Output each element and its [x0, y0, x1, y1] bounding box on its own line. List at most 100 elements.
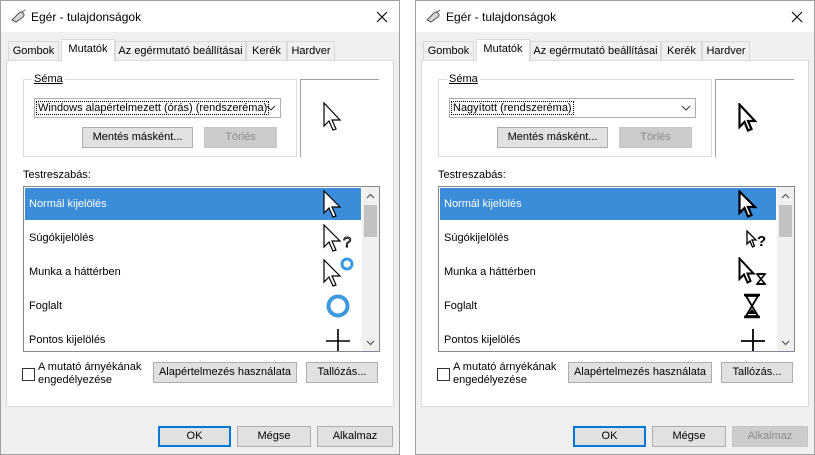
- list-item-label: Munka a háttérben: [29, 266, 121, 278]
- pointers-panel: Séma Windows alapértelmezett (órás) (ren…: [6, 60, 394, 407]
- list-scrollbar[interactable]: [362, 187, 379, 351]
- save-as-button[interactable]: Mentés másként...: [82, 127, 193, 148]
- tab-pointers[interactable]: Mutatók: [476, 39, 530, 62]
- scroll-up-arrow[interactable]: [777, 187, 794, 204]
- title-bar[interactable]: Egér - tulajdonságok: [416, 1, 814, 32]
- scroll-thumb[interactable]: [364, 205, 377, 237]
- scroll-down-arrow[interactable]: [362, 334, 379, 351]
- cursor-list[interactable]: Normál kijelölés Súgókijelölés ? Munka a…: [438, 186, 795, 352]
- tab-wheel[interactable]: Kerék: [661, 41, 702, 61]
- tab-buttons[interactable]: Gombok: [8, 41, 59, 61]
- tab-buttons[interactable]: Gombok: [423, 41, 474, 61]
- shadow-checkbox-label: A mutató árnyékának engedélyezése: [453, 361, 557, 386]
- mouse-properties-dialog: Egér - tulajdonságok Gombok Mutatók Az e…: [415, 0, 815, 455]
- use-default-button[interactable]: Alapértelmezés használata: [568, 362, 712, 383]
- scroll-up-arrow[interactable]: [362, 187, 379, 204]
- chevron-up-icon: [366, 193, 375, 198]
- help-cursor-icon: ?: [323, 224, 352, 252]
- shadow-checkbox-label: A mutató árnyékának engedélyezése: [38, 361, 142, 386]
- tab-pointers[interactable]: Mutatók: [61, 39, 115, 62]
- crosshair-icon: [326, 329, 350, 351]
- list-item[interactable]: Foglalt: [440, 290, 776, 322]
- window-title: Egér - tulajdonságok: [446, 10, 557, 24]
- mouse-app-icon: [426, 9, 441, 23]
- list-item[interactable]: Munka a háttérben: [440, 256, 776, 288]
- tab-hardware[interactable]: Hardver: [287, 41, 335, 61]
- list-item[interactable]: Munka a háttérben: [25, 256, 361, 288]
- list-item[interactable]: Normál kijelölés: [440, 188, 776, 220]
- ok-button[interactable]: OK: [573, 426, 646, 447]
- arrow-cursor-icon: [323, 190, 342, 218]
- customize-label: Testreszabás:: [438, 169, 506, 181]
- delete-button[interactable]: Törlés: [619, 127, 692, 148]
- close-icon: [791, 11, 803, 22]
- tab-wheel[interactable]: Kerék: [246, 41, 287, 61]
- close-button[interactable]: [780, 1, 814, 32]
- cursor-preview: [300, 79, 379, 157]
- list-item-label: Súgókijelölés: [444, 232, 509, 244]
- shadow-checkbox[interactable]: [22, 368, 35, 381]
- tab-hardware[interactable]: Hardver: [702, 41, 750, 61]
- list-item[interactable]: Pontos kijelölés: [440, 324, 776, 351]
- svg-text:?: ?: [757, 233, 766, 250]
- scroll-down-arrow[interactable]: [777, 334, 794, 351]
- window-title: Egér - tulajdonságok: [31, 10, 142, 24]
- list-item-label: Normál kijelölés: [444, 198, 522, 210]
- close-icon: [376, 11, 388, 22]
- delete-button[interactable]: Törlés: [204, 127, 277, 148]
- chevron-down-icon: [366, 340, 375, 345]
- cursor-preview: [715, 79, 794, 157]
- scheme-groupbox: Séma Windows alapértelmezett (órás) (ren…: [23, 73, 297, 157]
- use-default-button[interactable]: Alapértelmezés használata: [153, 362, 297, 383]
- pointers-panel: Séma Nagyított (rendszeréma) Mentés másk…: [421, 60, 809, 407]
- svg-text:?: ?: [343, 234, 351, 251]
- scheme-dropdown-value: Windows alapértelmezett (órás) (rendszer…: [35, 101, 270, 115]
- scroll-thumb[interactable]: [779, 205, 792, 237]
- arrow-cursor-icon: [738, 190, 758, 218]
- list-item[interactable]: Normál kijelölés: [25, 188, 361, 220]
- ok-button[interactable]: OK: [158, 426, 231, 447]
- cancel-button[interactable]: Mégse: [237, 426, 311, 447]
- scheme-group-label: Séma: [447, 73, 480, 85]
- busy-ring-icon: [326, 294, 350, 318]
- chevron-up-icon: [781, 193, 790, 198]
- working-cursor-icon: [323, 257, 354, 287]
- cursor-list[interactable]: Normál kijelölés Súgókijelölés ? Munka a…: [23, 186, 380, 352]
- list-item[interactable]: Súgókijelölés ?: [440, 222, 776, 254]
- list-item-label: Normál kijelölés: [29, 198, 107, 210]
- scheme-groupbox: Séma Nagyított (rendszeréma) Mentés másk…: [438, 73, 712, 157]
- scheme-dropdown-value: Nagyított (rendszeréma): [451, 101, 574, 115]
- close-button[interactable]: [365, 1, 399, 32]
- scheme-group-label: Séma: [32, 73, 65, 85]
- title-bar[interactable]: Egér - tulajdonságok: [1, 1, 399, 32]
- list-item-label: Súgókijelölés: [29, 232, 94, 244]
- list-item-label: Foglalt: [29, 300, 63, 312]
- browse-button[interactable]: Tallózás...: [721, 362, 793, 383]
- working-hourglass-cursor-icon: [738, 257, 767, 285]
- tab-pointer-options[interactable]: Az egérmutató beállításai: [530, 41, 661, 61]
- chevron-down-icon: [781, 340, 790, 345]
- list-item-label: Foglalt: [444, 300, 478, 312]
- mouse-app-icon: [11, 9, 26, 23]
- list-item[interactable]: Súgókijelölés ?: [25, 222, 361, 254]
- scheme-dropdown[interactable]: Windows alapértelmezett (órás) (rendszer…: [34, 98, 281, 118]
- list-item[interactable]: Pontos kijelölés: [25, 324, 361, 351]
- arrow-cursor-icon: [738, 103, 758, 132]
- scheme-dropdown[interactable]: Nagyított (rendszeréma): [449, 98, 696, 118]
- list-scrollbar[interactable]: [777, 187, 794, 351]
- shadow-checkbox[interactable]: [437, 368, 450, 381]
- chevron-down-icon: [681, 105, 691, 111]
- browse-button[interactable]: Tallózás...: [306, 362, 378, 383]
- apply-button[interactable]: Alkalmaz: [317, 426, 393, 447]
- arrow-cursor-icon: [323, 102, 342, 131]
- tab-strip: Gombok Mutatók Az egérmutató beállításai…: [421, 39, 811, 62]
- tab-pointer-options[interactable]: Az egérmutató beállításai: [115, 41, 246, 61]
- help-cursor-icon: ?: [746, 230, 766, 250]
- tab-strip: Gombok Mutatók Az egérmutató beállításai…: [6, 39, 396, 62]
- cancel-button[interactable]: Mégse: [652, 426, 726, 447]
- apply-button[interactable]: Alkalmaz: [732, 426, 808, 447]
- save-as-button[interactable]: Mentés másként...: [497, 127, 608, 148]
- list-item[interactable]: Foglalt: [25, 290, 361, 322]
- customize-label: Testreszabás:: [23, 169, 91, 181]
- list-item-label: Pontos kijelölés: [444, 334, 521, 346]
